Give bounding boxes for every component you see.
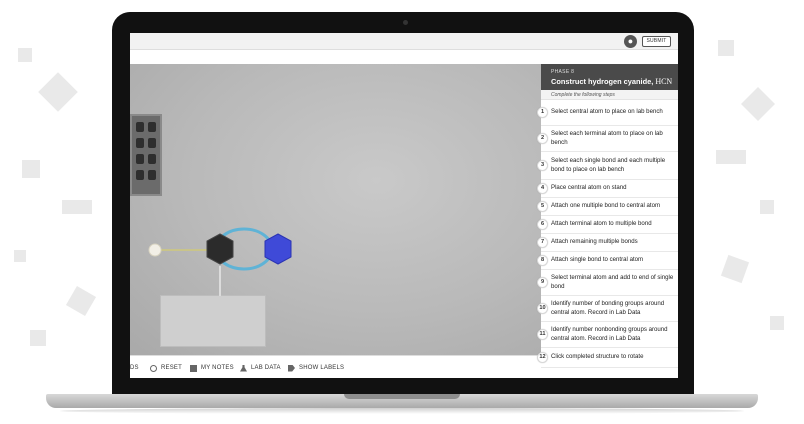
laptop-notch bbox=[344, 394, 460, 399]
atom-tray[interactable] bbox=[130, 114, 162, 196]
step-text: Attach one multiple bond to central atom bbox=[551, 202, 661, 210]
step-text: Select each terminal atom to place on la… bbox=[551, 130, 663, 146]
bg-shard bbox=[770, 316, 784, 330]
step-text: Select each single bond and each multipl… bbox=[551, 157, 666, 173]
step-number: 7 bbox=[537, 237, 548, 248]
steps-list: 1 Select central atom to place on lab ben… bbox=[537, 100, 678, 368]
notes-icon bbox=[190, 364, 197, 372]
step-item[interactable]: 9 Select terminal atom and add to end of … bbox=[537, 270, 678, 296]
carbon-atom bbox=[206, 233, 234, 265]
laptop-shadow bbox=[60, 408, 744, 414]
bg-shard bbox=[14, 250, 26, 262]
bg-shard bbox=[38, 72, 78, 112]
bg-shard bbox=[30, 330, 46, 346]
steps-panel: PHASE 8 Construct hydrogen cyanide, HCN … bbox=[537, 64, 678, 378]
webcam bbox=[403, 20, 408, 25]
hydrogen-atom bbox=[148, 243, 162, 257]
nitrogen-atom bbox=[264, 233, 292, 265]
step-item[interactable]: 6 Attach terminal atom to multiple bond bbox=[537, 216, 678, 234]
panel-title: Construct hydrogen cyanide, HCN bbox=[551, 77, 678, 86]
step-item[interactable]: 2 Select each terminal atom to place on l… bbox=[537, 126, 678, 152]
tag-icon bbox=[288, 364, 295, 372]
step-number: 3 bbox=[537, 160, 548, 171]
step-number: 12 bbox=[537, 352, 548, 363]
hcn-molecule[interactable] bbox=[140, 216, 320, 326]
app-screen: ● SUBMIT DS RESET MY NOTES LAB DATA SHOW… bbox=[130, 33, 678, 378]
bg-shard bbox=[22, 160, 40, 178]
show-labels-label: SHOW LABELS bbox=[299, 365, 345, 371]
bg-shard bbox=[741, 87, 775, 121]
reset-label: RESET bbox=[161, 365, 183, 371]
tool-partial-label: DS bbox=[130, 365, 139, 371]
bg-shard bbox=[760, 200, 774, 214]
my-notes-label: MY NOTES bbox=[201, 365, 234, 371]
step-text: Attach single bond to central atom bbox=[551, 256, 644, 264]
step-number: 6 bbox=[537, 219, 548, 230]
panel-title-formula: HCN bbox=[655, 77, 673, 86]
step-number: 1 bbox=[537, 107, 548, 118]
step-text: Attach remaining multiple bonds bbox=[551, 238, 638, 246]
step-number: 8 bbox=[537, 255, 548, 266]
phase-label: PHASE 8 bbox=[551, 69, 575, 75]
step-number: 5 bbox=[537, 201, 548, 212]
panel-title-text: Construct hydrogen cyanide, bbox=[551, 77, 656, 86]
step-item[interactable]: 10 Identify number of bonding groups arou… bbox=[537, 296, 678, 322]
step-item[interactable]: 8 Attach single bond to central atom bbox=[537, 252, 678, 270]
bg-shard bbox=[65, 285, 97, 317]
bottom-toolbar: DS RESET MY NOTES LAB DATA SHOW LABELS bbox=[130, 355, 541, 378]
submit-button[interactable]: SUBMIT bbox=[642, 36, 671, 47]
flask-icon bbox=[240, 364, 247, 372]
lab-data-button[interactable]: LAB DATA bbox=[240, 363, 281, 373]
instruction-text: Complete the following steps bbox=[541, 90, 678, 100]
reset-icon bbox=[150, 364, 157, 372]
step-text: Place central atom on stand bbox=[551, 184, 627, 192]
step-text: Select central atom to place on lab benc… bbox=[551, 108, 663, 116]
step-number: 9 bbox=[537, 277, 548, 288]
reset-button[interactable]: RESET bbox=[150, 363, 182, 373]
lab-scene[interactable] bbox=[130, 64, 541, 355]
bg-shard bbox=[718, 40, 734, 56]
top-bar: ● SUBMIT bbox=[130, 33, 678, 50]
step-number: 11 bbox=[537, 329, 548, 340]
step-text: Identify number of bonding groups around… bbox=[551, 300, 665, 316]
step-item[interactable]: 1 Select central atom to place on lab ben… bbox=[537, 100, 678, 126]
bg-shard bbox=[720, 254, 750, 284]
bg-shard bbox=[18, 48, 32, 62]
step-item[interactable]: 7 Attach remaining multiple bonds bbox=[537, 234, 678, 252]
my-notes-button[interactable]: MY NOTES bbox=[190, 363, 234, 373]
step-text: Attach terminal atom to multiple bond bbox=[551, 220, 652, 228]
step-item[interactable]: 5 Attach one multiple bond to central ato… bbox=[537, 198, 678, 216]
bg-shard bbox=[716, 150, 746, 164]
step-number: 10 bbox=[537, 303, 548, 314]
step-text: Select terminal atom and add to end of s… bbox=[551, 274, 674, 290]
lab-data-label: LAB DATA bbox=[251, 365, 281, 371]
person-accessibility-icon[interactable]: ● bbox=[624, 35, 637, 48]
step-number: 4 bbox=[537, 183, 548, 194]
show-labels-button[interactable]: SHOW LABELS bbox=[288, 363, 344, 373]
step-item[interactable]: 12 Click completed structure to rotate bbox=[537, 348, 678, 368]
step-number: 2 bbox=[537, 133, 548, 144]
panel-header: PHASE 8 Construct hydrogen cyanide, HCN bbox=[541, 64, 678, 90]
step-text: Identify number nonbonding groups around… bbox=[551, 326, 668, 342]
tool-partial[interactable]: DS bbox=[130, 363, 139, 373]
step-item[interactable]: 11 Identify number nonbonding groups arou… bbox=[537, 322, 678, 348]
step-text: Click completed structure to rotate bbox=[551, 353, 644, 361]
bg-shard bbox=[62, 200, 92, 214]
step-item[interactable]: 4 Place central atom on stand bbox=[537, 180, 678, 198]
step-item[interactable]: 3 Select each single bond and each multip… bbox=[537, 152, 678, 180]
